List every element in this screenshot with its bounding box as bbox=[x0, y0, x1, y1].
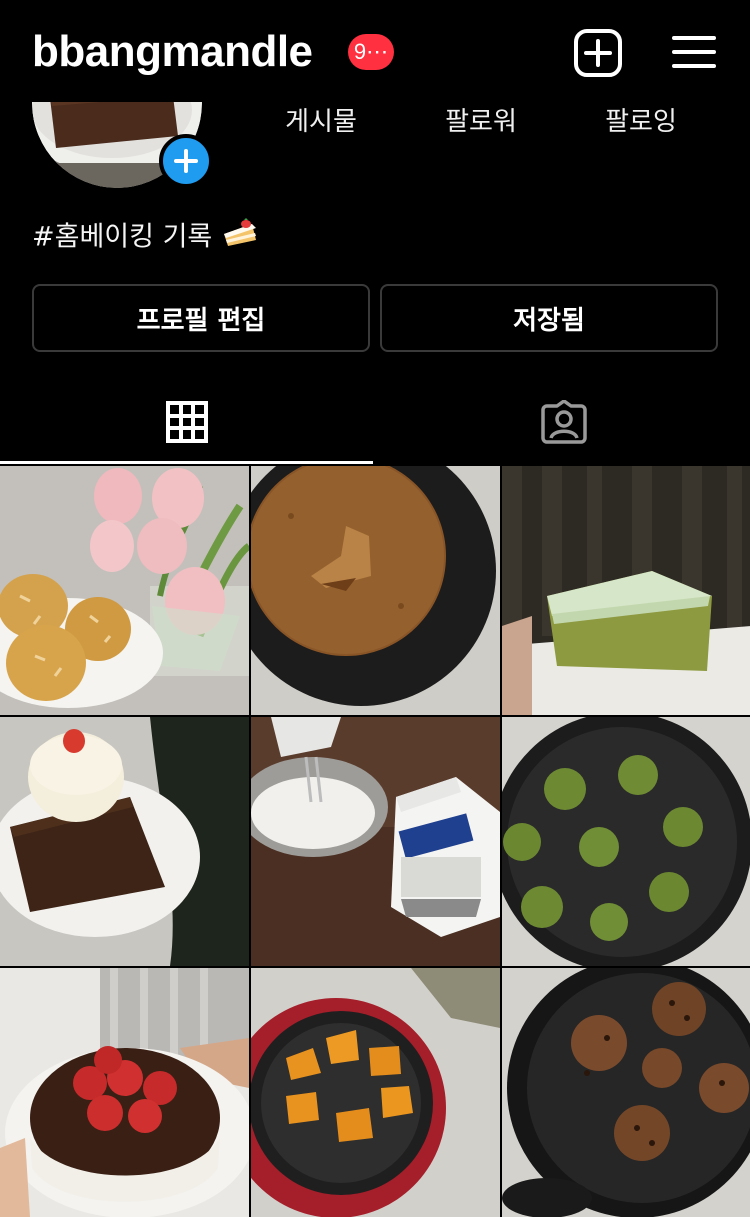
following-stat[interactable]: 팔로잉 bbox=[561, 104, 721, 140]
hamburger-menu-icon bbox=[672, 36, 716, 68]
post-thumbnail[interactable] bbox=[0, 968, 249, 1217]
create-post-button[interactable] bbox=[573, 28, 623, 78]
post-thumbnail[interactable] bbox=[502, 968, 750, 1217]
post-image bbox=[502, 717, 750, 966]
posts-stat[interactable]: 게시물 bbox=[241, 104, 401, 140]
post-thumbnail[interactable] bbox=[251, 717, 500, 966]
post-thumbnail[interactable] bbox=[0, 466, 249, 715]
tab-posts-grid[interactable] bbox=[0, 380, 373, 464]
plus-square-icon bbox=[574, 29, 622, 77]
tagged-person-icon bbox=[540, 400, 587, 444]
grid-icon bbox=[165, 401, 208, 443]
post-image bbox=[251, 968, 500, 1217]
notification-badge[interactable]: 9⋯ bbox=[348, 34, 394, 70]
post-thumbnail[interactable] bbox=[251, 466, 500, 715]
post-image bbox=[251, 717, 500, 966]
shortcake-icon bbox=[222, 216, 258, 260]
plus-icon bbox=[174, 149, 198, 173]
bio: #홈베이킹 기록 bbox=[32, 216, 258, 260]
post-image bbox=[502, 466, 750, 715]
post-thumbnail[interactable] bbox=[0, 717, 249, 966]
saved-button[interactable]: 저장됨 bbox=[380, 284, 718, 352]
edit-profile-button[interactable]: 프로필 편집 bbox=[32, 284, 370, 352]
post-image bbox=[0, 466, 249, 715]
post-image bbox=[251, 466, 500, 715]
top-bar: bbangmandle 9⋯ bbox=[0, 0, 750, 102]
selected-tab-indicator bbox=[0, 461, 373, 464]
followers-stat[interactable]: 팔로워 bbox=[401, 104, 561, 140]
post-image bbox=[0, 717, 249, 966]
post-image bbox=[502, 968, 750, 1217]
post-thumbnail[interactable] bbox=[502, 717, 750, 966]
add-story-button[interactable] bbox=[159, 134, 213, 188]
bio-text: #홈베이킹 기록 bbox=[32, 221, 213, 253]
menu-button[interactable] bbox=[670, 28, 718, 76]
post-image bbox=[0, 968, 249, 1217]
post-thumbnail[interactable] bbox=[251, 968, 500, 1217]
post-thumbnail[interactable] bbox=[502, 466, 750, 715]
profile-username[interactable]: bbangmandle bbox=[32, 24, 313, 80]
tab-tagged[interactable] bbox=[377, 380, 750, 464]
